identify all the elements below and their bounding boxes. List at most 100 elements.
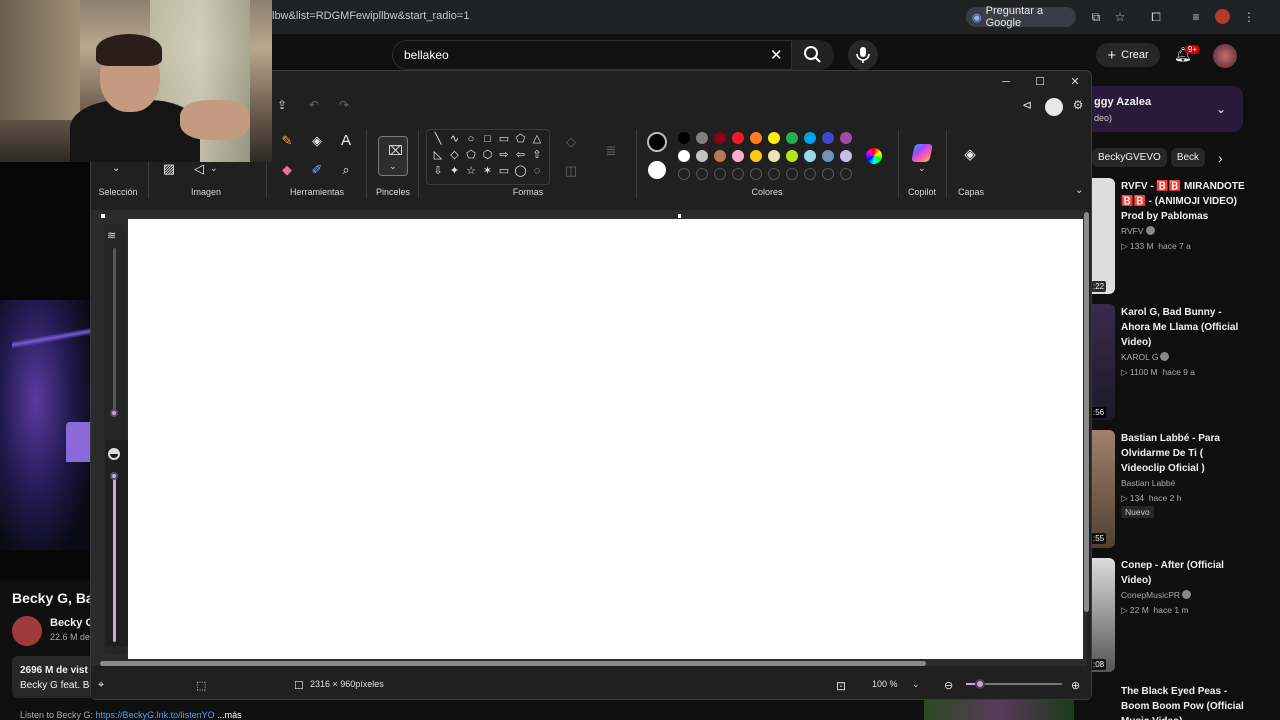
account-avatar[interactable] (1213, 44, 1237, 68)
horizontal-scrollbar[interactable] (100, 661, 926, 666)
custom-color-slot[interactable] (714, 168, 726, 180)
color-swatch[interactable] (822, 150, 834, 162)
fill-bucket-icon[interactable]: ◈ (308, 132, 326, 150)
color-swatch[interactable] (840, 150, 852, 162)
chip-0[interactable]: BeckyGVEVO (1092, 148, 1167, 167)
edit-colors-icon[interactable] (866, 148, 882, 164)
shape-fill-icon[interactable]: ◫ (562, 162, 580, 180)
search-input[interactable] (392, 40, 792, 70)
share-icon[interactable]: ⇪ (274, 98, 290, 114)
selection-dropdown[interactable]: ⌄ (112, 163, 120, 174)
color-swatch[interactable] (768, 150, 780, 162)
bookmark-star-icon[interactable]: ☆ (1112, 9, 1128, 25)
undo-icon[interactable]: ↶ (306, 98, 322, 114)
curve-shape-icon[interactable]: ∿ (448, 132, 462, 146)
zoom-slider-thumb[interactable] (975, 679, 985, 689)
line-shape-icon[interactable]: ╲ (431, 132, 445, 146)
custom-color-slot[interactable] (732, 168, 744, 180)
profile-avatar[interactable] (1215, 9, 1230, 24)
right-arrow-shape-icon[interactable]: ⇨ (497, 148, 511, 162)
pencil-icon[interactable]: ✎ (278, 132, 296, 150)
recommended-title[interactable]: Karol G, Bad Bunny - Ahora Me Llama (Off… (1121, 305, 1249, 350)
group-tools[interactable]: Herramientas (278, 187, 356, 197)
chip-1[interactable]: Beck (1170, 148, 1206, 167)
color-picker-icon[interactable]: ✐ (308, 161, 326, 179)
color-swatch[interactable] (750, 150, 762, 162)
address-bar[interactable]: lbw&list=RDGMFewipllbw&start_radio=1 (272, 10, 469, 22)
more-button[interactable]: ...más (217, 710, 242, 720)
resize-handle[interactable] (678, 214, 681, 218)
callout-cloud-shape-icon[interactable]: ◌ (530, 164, 544, 178)
channel-label[interactable]: RVFV (1121, 226, 1144, 236)
color-swatch[interactable] (714, 150, 726, 162)
text-icon[interactable]: A (337, 132, 355, 150)
down-arrow-shape-icon[interactable]: ⇩ (431, 164, 445, 178)
color-swatch[interactable] (804, 150, 816, 162)
eraser-icon[interactable]: ◆ (278, 161, 296, 179)
account-icon[interactable] (1045, 98, 1063, 116)
copilot-dropdown-icon[interactable]: ⌄ (918, 163, 926, 174)
triangle-shape-icon[interactable]: △ (530, 132, 544, 146)
channel-name[interactable]: Becky G (50, 617, 94, 629)
channel-label[interactable]: KAROL G (1121, 352, 1158, 362)
custom-color-slot[interactable] (678, 168, 690, 180)
color-swatch[interactable] (786, 132, 798, 144)
group-brushes[interactable]: Pinceles (370, 187, 416, 197)
thumbnail[interactable] (1090, 178, 1115, 294)
color-swatch[interactable] (804, 132, 816, 144)
color-swatch[interactable] (732, 132, 744, 144)
recommended-title[interactable]: RVFV - 🅱️🅱️ MIRANDOTE 🅱️🅱️ - (ANIMOJI VI… (1121, 179, 1249, 224)
callout-rect-shape-icon[interactable]: ▭ (497, 164, 511, 178)
magnifier-icon[interactable]: ⌕ (337, 161, 355, 179)
rounded-rectangle-shape-icon[interactable]: ▭ (497, 132, 511, 146)
thumbnail[interactable] (1090, 430, 1115, 548)
close-icon[interactable]: ✕ (1067, 74, 1083, 90)
color-swatch[interactable] (678, 150, 690, 162)
chevron-down-icon[interactable]: ⌄ (1216, 102, 1226, 116)
opacity-slider-track[interactable] (113, 478, 116, 642)
color-swatch[interactable] (696, 132, 708, 144)
settings-gear-icon[interactable]: ⚙ (1070, 98, 1086, 114)
layers-icon[interactable]: ◈ (961, 146, 979, 164)
custom-color-slot[interactable] (696, 168, 708, 180)
image-dropdown-icon[interactable]: ⌄ (210, 163, 218, 174)
color-swatch[interactable] (732, 150, 744, 162)
primary-color[interactable] (647, 132, 667, 152)
chevron-right-icon[interactable]: › (1218, 150, 1223, 166)
custom-color-slot[interactable] (822, 168, 834, 180)
six-point-star-shape-icon[interactable]: ✶ (481, 164, 495, 178)
zoom-out-icon[interactable]: ⊖ (944, 679, 953, 692)
rectangle-shape-icon[interactable]: □ (481, 132, 495, 146)
opacity-slider-thumb[interactable] (110, 472, 118, 480)
five-point-star-shape-icon[interactable]: ☆ (464, 164, 478, 178)
diamond-shape-icon[interactable]: ◇ (448, 148, 462, 162)
ribbon-expand-icon[interactable]: ⌄ (1075, 185, 1083, 196)
description-link[interactable]: https://BeckyG.lnk.to/listenYO (96, 710, 215, 720)
up-arrow-shape-icon[interactable]: ⇧ (530, 148, 544, 162)
brushes-button[interactable]: ⌧ ⌄ (378, 136, 408, 176)
recommended-title[interactable]: Conep - After (Official Video) (1121, 558, 1249, 588)
drawing-canvas[interactable] (128, 219, 1083, 659)
hexagon-shape-icon[interactable]: ⬡ (481, 148, 495, 162)
oval-shape-icon[interactable]: ○ (464, 132, 478, 146)
clear-search-icon[interactable]: ✕ (770, 46, 783, 64)
install-app-icon[interactable]: ⧉ (1088, 9, 1104, 25)
pentagon-shape-icon[interactable]: ⬠ (464, 148, 478, 162)
vertical-scrollbar[interactable] (1084, 212, 1089, 612)
custom-color-slot[interactable] (750, 168, 762, 180)
color-swatch[interactable] (750, 132, 762, 144)
minimize-icon[interactable]: ─ (998, 74, 1014, 90)
size-slider-track[interactable] (113, 248, 116, 412)
browser-menu-icon[interactable]: ⋮ (1241, 9, 1257, 25)
group-shapes[interactable]: Formas (500, 187, 556, 197)
outline-icon[interactable]: ◇ (562, 133, 580, 151)
zoom-level[interactable]: 100 % (872, 679, 898, 689)
redo-icon[interactable]: ↷ (336, 98, 352, 114)
create-button[interactable]: + Crear (1096, 43, 1160, 67)
recommended-title[interactable]: The Black Eyed Peas - Boom Boom Pow (Off… (1121, 684, 1249, 720)
right-triangle-shape-icon[interactable]: ◺ (431, 148, 445, 162)
color-swatch[interactable] (822, 132, 834, 144)
size-icon[interactable]: ≣ (602, 142, 620, 160)
left-arrow-shape-icon[interactable]: ⇦ (514, 148, 528, 162)
recommended-title[interactable]: Bastian Labbé - Para Olvidarme De Ti ( V… (1121, 431, 1249, 476)
